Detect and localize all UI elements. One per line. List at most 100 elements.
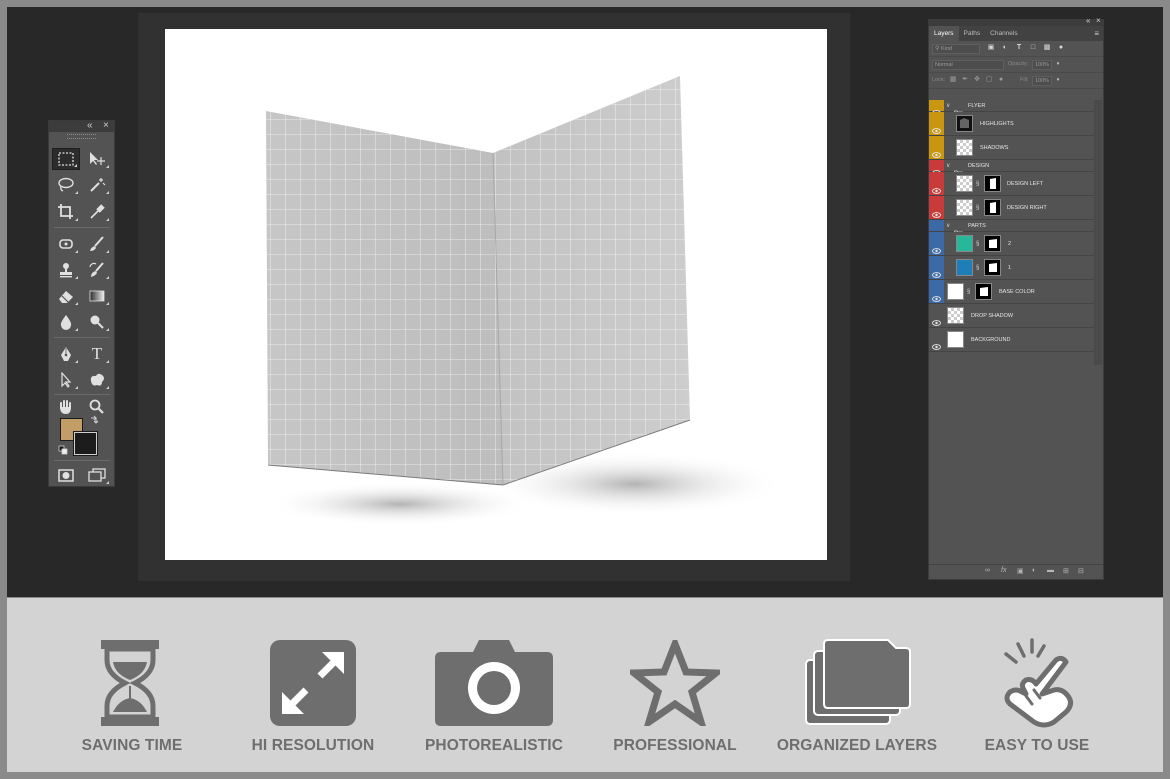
filter-smart-object-icon[interactable]: ▩ [1043, 44, 1051, 52]
chevron-down-icon[interactable]: ∨ [946, 222, 950, 229]
link-icon[interactable]: § [976, 264, 980, 272]
chevron-down-icon[interactable]: ▾ [1054, 60, 1062, 68]
visibility-eye-icon[interactable] [932, 163, 941, 176]
layer-row[interactable]: § DESIGN LEFT [929, 172, 1094, 196]
filter-kind-select[interactable]: ⚲ Kind [932, 44, 980, 54]
visibility-eye-icon[interactable] [932, 313, 941, 326]
history-brush-icon[interactable] [83, 259, 111, 281]
layers-panel-footer: ∞ fx ▣ ◐ ▬ ⊞ ⊟ [929, 564, 1103, 579]
pen-icon[interactable] [52, 343, 80, 365]
lasso-icon[interactable] [52, 174, 80, 196]
layer-mask-thumbnail[interactable] [984, 259, 1001, 276]
tab-paths[interactable]: Paths [959, 26, 986, 41]
clone-stamp-icon[interactable] [52, 259, 80, 281]
link-icon[interactable]: § [967, 288, 971, 296]
layer-row[interactable]: ∨ PARTS [929, 220, 1094, 236]
visibility-eye-icon[interactable] [932, 337, 941, 350]
layer-row[interactable]: HIGHLIGHTS [929, 112, 1094, 136]
trash-icon[interactable]: ⊟ [1078, 567, 1084, 575]
double-chevron-left-icon[interactable]: « [87, 119, 93, 133]
brush-icon[interactable] [83, 233, 111, 255]
type-icon[interactable]: T [83, 343, 111, 365]
lock-pixels-icon[interactable]: ✒ [961, 76, 969, 84]
chevron-down-icon[interactable]: ∨ [946, 102, 950, 109]
double-chevron-left-icon[interactable]: « [1086, 16, 1090, 25]
filter-type-icon[interactable]: T [1015, 44, 1023, 52]
visibility-eye-icon[interactable] [932, 145, 941, 158]
screen-mode-icon[interactable] [83, 464, 111, 486]
tab-layers[interactable]: Layers [929, 26, 959, 41]
magic-wand-icon[interactable] [83, 174, 111, 196]
chevron-down-icon[interactable]: ▾ [1054, 76, 1062, 84]
link-icon[interactable]: § [976, 240, 980, 248]
swap-colors-icon[interactable] [89, 415, 99, 425]
close-icon[interactable]: × [103, 119, 109, 133]
layer-row[interactable]: § 1 [929, 256, 1094, 280]
layer-mask-thumbnail[interactable] [975, 283, 992, 300]
close-icon[interactable]: × [1096, 16, 1101, 25]
layer-row[interactable]: § DESIGN RIGHT [929, 196, 1094, 220]
opacity-field[interactable]: 100% [1032, 60, 1052, 70]
layer-thumbnail [947, 307, 964, 324]
tab-channels[interactable]: Channels [985, 26, 1022, 41]
tools-panel-header[interactable]: « × [49, 119, 114, 133]
layer-mask-thumbnail[interactable] [984, 199, 1001, 216]
gradient-icon[interactable] [83, 285, 111, 307]
lock-transparent-icon[interactable]: ▦ [949, 76, 957, 84]
folder-icon[interactable]: ▬ [1047, 567, 1054, 574]
visibility-eye-icon[interactable] [932, 103, 941, 116]
mask-icon[interactable]: ▣ [1017, 567, 1024, 575]
visibility-eye-icon[interactable] [932, 289, 941, 302]
adjustment-icon[interactable]: ◐ [1032, 567, 1036, 574]
eraser-icon[interactable] [52, 285, 80, 307]
quick-mask-icon[interactable] [52, 464, 80, 486]
eyedropper-icon[interactable] [83, 201, 111, 223]
layer-row[interactable]: BACKGROUND [929, 328, 1094, 352]
visibility-eye-icon[interactable] [932, 121, 941, 134]
feature-label: HI RESOLUTION [251, 737, 375, 754]
visibility-eye-icon[interactable] [932, 205, 941, 218]
filter-toggle-icon[interactable]: ● [1057, 44, 1065, 52]
filter-pixel-icon[interactable]: ▣ [987, 44, 995, 52]
layers-scrollbar[interactable] [1094, 100, 1102, 365]
layer-row[interactable]: DROP SHADOW [929, 304, 1094, 328]
visibility-eye-icon[interactable] [932, 265, 941, 278]
fx-icon[interactable]: fx [1001, 567, 1006, 574]
layer-row[interactable]: § 2 [929, 232, 1094, 256]
visibility-eye-icon[interactable] [932, 241, 941, 254]
move-icon[interactable] [83, 148, 111, 170]
layer-row[interactable]: ∨ FLYER [929, 100, 1094, 116]
chevron-down-icon[interactable]: ∨ [946, 162, 950, 169]
background-color-swatch[interactable] [73, 431, 98, 456]
layer-mask-thumbnail[interactable] [984, 235, 1001, 252]
lock-artboard-icon[interactable]: ▢ [985, 76, 993, 84]
document-canvas[interactable] [165, 29, 827, 560]
rectangular-marquee-icon[interactable] [52, 148, 80, 170]
new-layer-icon[interactable]: ⊞ [1063, 567, 1069, 575]
layer-row[interactable]: ∨ DESIGN [929, 160, 1094, 176]
layer-row[interactable]: § BASE COLOR [929, 280, 1094, 304]
visibility-eye-icon[interactable] [932, 181, 941, 194]
blend-mode-select[interactable]: Normal [932, 60, 1004, 70]
layer-mask-thumbnail[interactable] [984, 175, 1001, 192]
path-selection-icon[interactable] [52, 369, 80, 391]
filter-shape-icon[interactable]: □ [1029, 44, 1037, 52]
lock-position-icon[interactable]: ✥ [973, 76, 981, 84]
link-icon[interactable]: § [976, 180, 980, 188]
link-icon[interactable]: ∞ [985, 567, 990, 574]
fill-field[interactable]: 100% [1032, 76, 1052, 86]
custom-shape-icon[interactable] [83, 369, 111, 391]
flyer-mockup-image [265, 76, 785, 526]
default-colors-icon[interactable] [58, 445, 68, 455]
crop-icon[interactable] [52, 201, 80, 223]
dodge-icon[interactable] [83, 311, 111, 333]
link-icon[interactable]: § [976, 204, 980, 212]
panel-menu-icon[interactable]: ≡ [1094, 29, 1099, 38]
hand-icon[interactable] [52, 396, 80, 418]
lock-all-icon[interactable]: ● [997, 76, 1005, 84]
tools-panel-grip[interactable] [67, 134, 96, 139]
filter-adjustment-icon[interactable]: ◐ [1001, 44, 1009, 52]
blur-icon[interactable] [52, 311, 80, 333]
spot-healing-icon[interactable] [52, 233, 80, 255]
layer-row[interactable]: SHADOWS [929, 136, 1094, 160]
